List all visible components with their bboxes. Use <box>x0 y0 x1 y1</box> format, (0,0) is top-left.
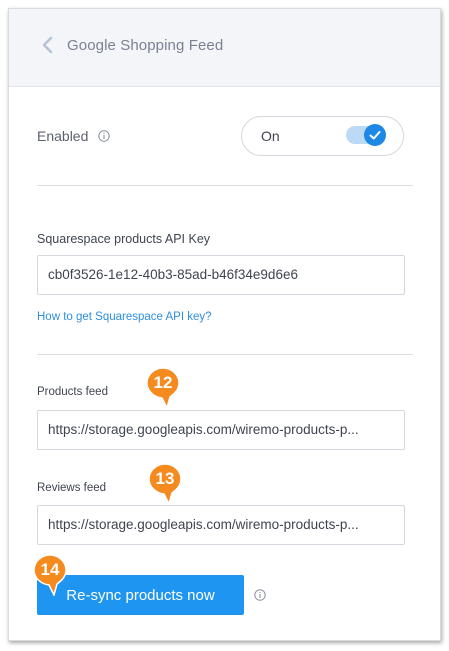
callout-number: 14 <box>40 560 60 579</box>
divider <box>37 354 413 355</box>
api-key-help-link[interactable]: How to get Squarespace API key? <box>37 311 212 323</box>
settings-panel: Google Shopping Feed Enabled On Squaresp… <box>8 8 441 641</box>
chevron-left-icon[interactable] <box>40 36 54 54</box>
divider <box>37 185 413 186</box>
products-feed-field[interactable]: https://storage.googleapis.com/wiremo-pr… <box>37 410 405 450</box>
api-key-value: cb0f3526-1e12-40b3-85ad-b46f34e9d6e6 <box>48 267 298 282</box>
enabled-toggle[interactable]: On <box>241 116 404 156</box>
enabled-label: Enabled <box>37 128 89 144</box>
callout-marker-12: 12 <box>146 367 180 411</box>
products-feed-value: https://storage.googleapis.com/wiremo-pr… <box>48 422 359 437</box>
callout-marker-13: 13 <box>148 463 182 507</box>
checkmark-icon <box>369 131 381 140</box>
info-circle-icon <box>254 589 266 601</box>
api-key-label: Squarespace products API Key <box>37 232 211 246</box>
products-feed-label: Products feed <box>37 386 108 398</box>
callout-number: 13 <box>155 469 175 488</box>
reviews-feed-field[interactable]: https://storage.googleapis.com/wiremo-pr… <box>37 505 405 545</box>
reviews-feed-value: https://storage.googleapis.com/wiremo-pr… <box>48 517 359 532</box>
panel-header: Google Shopping Feed <box>9 9 440 87</box>
callout-number: 12 <box>153 373 173 392</box>
toggle-label: On <box>261 128 280 144</box>
api-key-field[interactable]: cb0f3526-1e12-40b3-85ad-b46f34e9d6e6 <box>37 255 405 295</box>
info-circle-icon <box>98 130 110 142</box>
reviews-feed-label: Reviews feed <box>37 482 107 494</box>
toggle-knob <box>364 124 386 146</box>
page-title: Google Shopping Feed <box>67 37 224 54</box>
resync-products-button[interactable]: Re-sync products now <box>37 575 244 615</box>
callout-marker-14: 14 <box>33 554 67 598</box>
